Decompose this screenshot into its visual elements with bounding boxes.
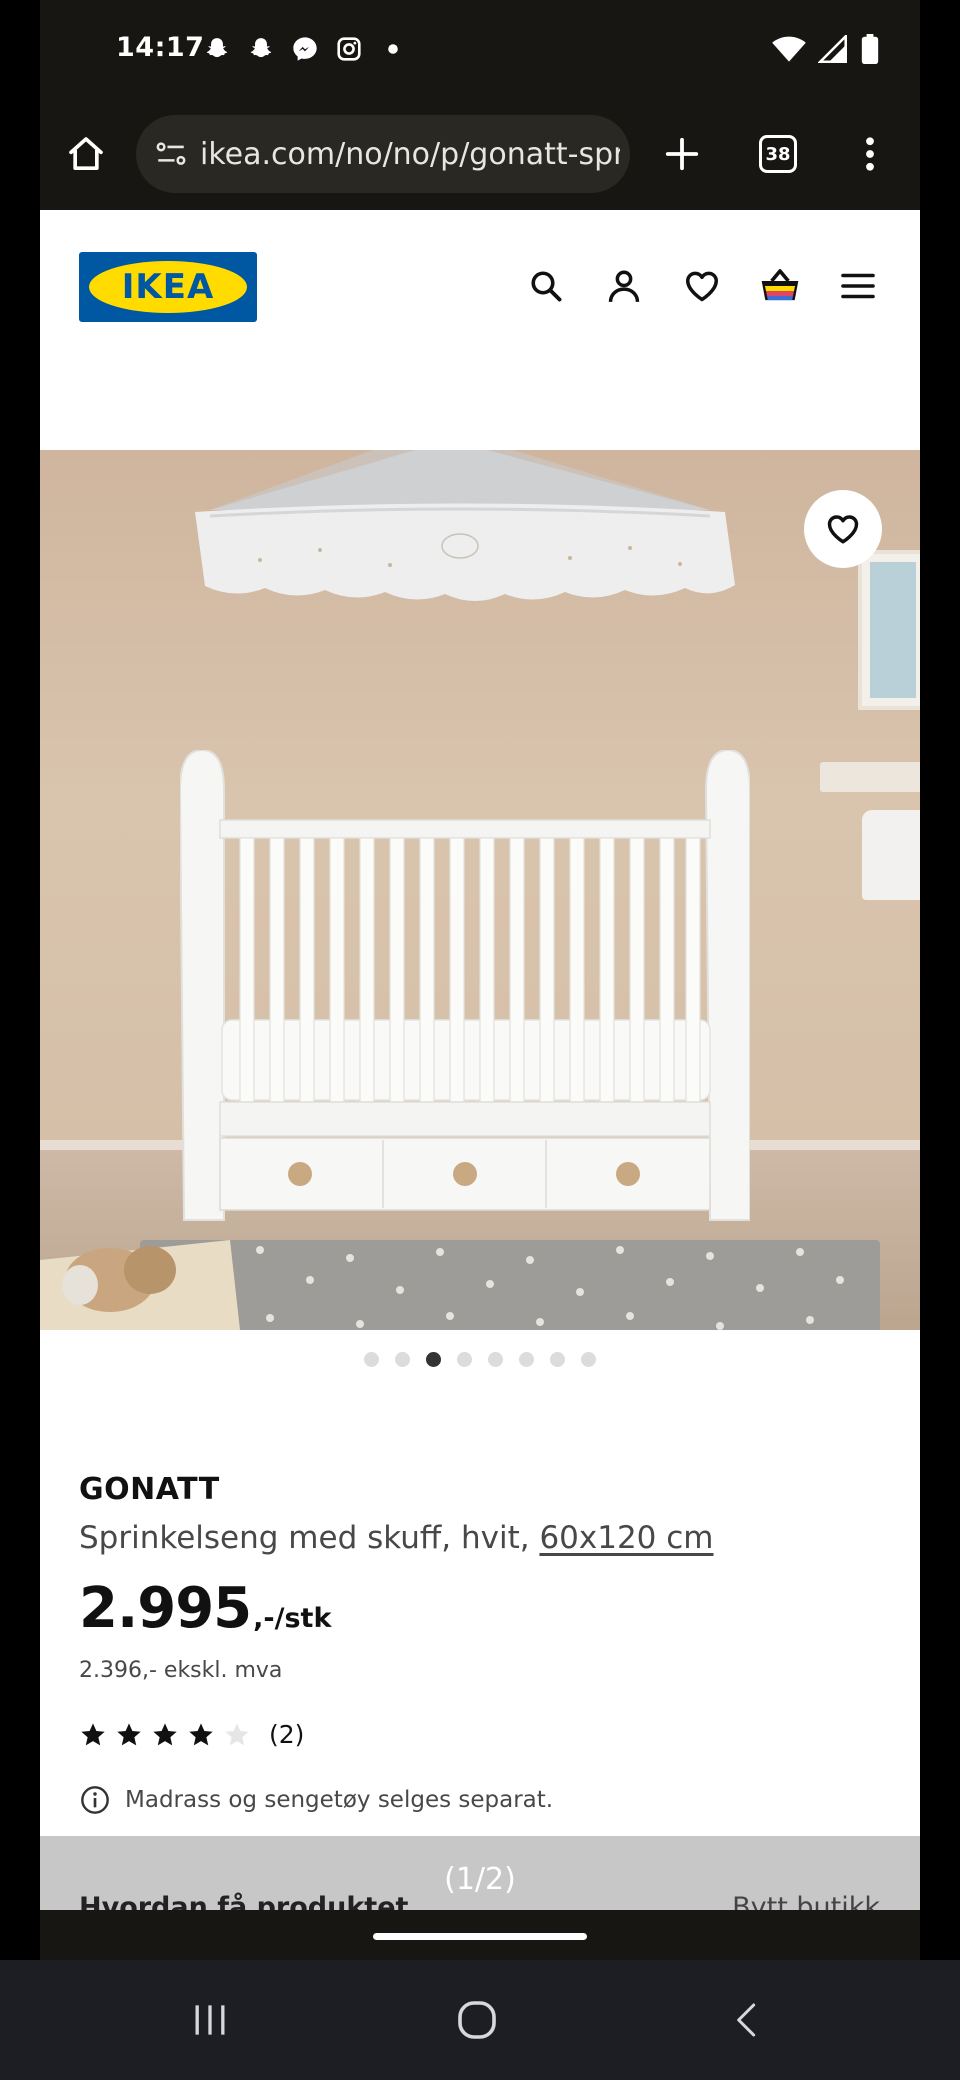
gesture-bar bbox=[40, 1910, 920, 1960]
plus-icon bbox=[665, 137, 699, 171]
signal-icon bbox=[817, 33, 848, 67]
right-black-border bbox=[920, 0, 960, 1960]
phone-screen: 14:17 ikea.com/no/no/p/gonatt-spr 38 IKE… bbox=[40, 0, 920, 1960]
rug bbox=[140, 1240, 880, 1330]
info-icon bbox=[81, 1786, 109, 1814]
chevron-left-icon bbox=[737, 2003, 756, 2037]
image-carousel-dots bbox=[40, 1352, 920, 1372]
messenger-icon bbox=[290, 34, 320, 64]
menu-button[interactable] bbox=[832, 260, 884, 312]
basket-icon bbox=[761, 269, 799, 301]
product-description: Sprinkelseng med skuff, hvit, 60x120 cm bbox=[79, 1520, 714, 1556]
android-navigation-bar bbox=[0, 1960, 960, 2080]
user-icon bbox=[608, 270, 640, 302]
product-rating[interactable]: (2) bbox=[79, 1720, 304, 1749]
back-button[interactable] bbox=[707, 1990, 787, 2050]
heart-icon bbox=[686, 271, 718, 302]
web-page: IKEA GONATT Sprinkelseng med skuff, hvit… bbox=[40, 210, 920, 1960]
account-button[interactable] bbox=[598, 260, 650, 312]
browser-toolbar: ikea.com/no/no/p/gonatt-spr 38 bbox=[40, 100, 920, 210]
save-to-wishlist-button[interactable] bbox=[804, 490, 882, 568]
product-name: GONATT bbox=[79, 1472, 220, 1507]
tab-count: 38 bbox=[759, 135, 797, 173]
tab-switcher-button[interactable]: 38 bbox=[746, 122, 810, 186]
price-amount: 2.995 bbox=[79, 1576, 252, 1641]
cart-button[interactable] bbox=[754, 260, 806, 312]
snapchat-icon bbox=[202, 34, 232, 64]
address-bar[interactable]: ikea.com/no/no/p/gonatt-spr bbox=[136, 115, 630, 193]
star-filled-icon bbox=[117, 1722, 141, 1745]
more-vertical-icon bbox=[866, 137, 874, 171]
review-count: (2) bbox=[269, 1720, 305, 1749]
instagram-icon bbox=[334, 34, 364, 64]
product-description-text: Sprinkelseng med skuff, hvit, bbox=[79, 1520, 530, 1556]
rug-dots bbox=[176, 1246, 844, 1330]
status-time: 14:17 bbox=[116, 32, 205, 63]
gesture-handle[interactable] bbox=[373, 1933, 587, 1940]
price-excluding-vat: 2.396,- ekskl. mva bbox=[79, 1658, 283, 1683]
dot-icon bbox=[378, 34, 408, 64]
logo-text: IKEA bbox=[121, 267, 215, 307]
recent-apps-button[interactable] bbox=[170, 1990, 250, 2050]
wifi-icon bbox=[772, 35, 806, 67]
notification-icons bbox=[202, 34, 408, 64]
star-filled-icon bbox=[153, 1722, 177, 1745]
site-header: IKEA bbox=[40, 210, 920, 450]
carousel-dot[interactable] bbox=[364, 1352, 379, 1367]
wishlist-button[interactable] bbox=[676, 260, 728, 312]
snapchat-icon bbox=[246, 34, 276, 64]
price-suffix: ,-/stk bbox=[253, 1603, 332, 1634]
star-filled-icon bbox=[81, 1722, 105, 1745]
wall-hook bbox=[820, 762, 920, 792]
carousel-dot[interactable] bbox=[395, 1352, 410, 1367]
product-size-link[interactable]: 60x120 cm bbox=[539, 1520, 713, 1556]
left-black-border bbox=[0, 0, 40, 1960]
home-button[interactable] bbox=[54, 122, 118, 186]
url-text: ikea.com/no/no/p/gonatt-spr bbox=[200, 136, 620, 172]
carousel-dot[interactable] bbox=[488, 1352, 503, 1367]
new-tab-button[interactable] bbox=[650, 122, 714, 186]
home-icon bbox=[69, 137, 103, 171]
bed-canopy bbox=[195, 450, 735, 601]
carousel-dot[interactable] bbox=[519, 1352, 534, 1367]
carousel-dot[interactable] bbox=[581, 1352, 596, 1367]
search-button[interactable] bbox=[520, 260, 572, 312]
status-bar: 14:17 bbox=[40, 0, 920, 100]
star-filled-icon bbox=[189, 1722, 213, 1745]
wall-picture bbox=[858, 550, 920, 710]
hanging-onesie bbox=[862, 810, 920, 900]
search-icon bbox=[531, 271, 562, 302]
toy-basket bbox=[40, 1240, 240, 1330]
battery-icon bbox=[860, 34, 880, 68]
product-notice: Madrass og sengetøy selges separat. bbox=[79, 1784, 553, 1816]
system-icons bbox=[772, 33, 880, 68]
home-circle-icon bbox=[458, 2001, 496, 2039]
menu-icon bbox=[841, 273, 875, 299]
crib-illustration bbox=[180, 750, 750, 1221]
product-image[interactable] bbox=[40, 450, 920, 1330]
star-empty-icon bbox=[225, 1722, 249, 1745]
notice-text: Madrass og sengetøy selges separat. bbox=[125, 1787, 554, 1813]
carousel-dot[interactable] bbox=[550, 1352, 565, 1367]
recent-apps-icon bbox=[195, 2005, 225, 2035]
carousel-dot-active[interactable] bbox=[426, 1352, 441, 1367]
product-price: 2.995 ,-/stk bbox=[79, 1576, 331, 1641]
carousel-dot[interactable] bbox=[457, 1352, 472, 1367]
home-nav-button[interactable] bbox=[437, 1990, 517, 2050]
heart-icon bbox=[827, 515, 859, 544]
site-settings-icon[interactable] bbox=[154, 137, 188, 171]
ikea-logo[interactable]: IKEA bbox=[79, 252, 257, 322]
browser-menu-button[interactable] bbox=[838, 122, 902, 186]
page-counter: (1/2) bbox=[444, 1862, 516, 1897]
logo-oval: IKEA bbox=[89, 261, 247, 313]
